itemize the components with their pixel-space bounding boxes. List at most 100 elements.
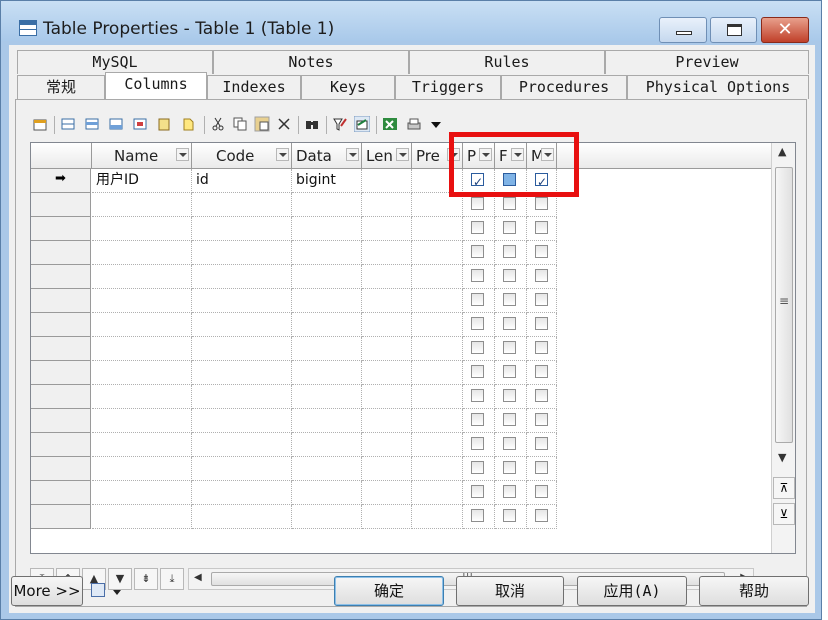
row-checkbox[interactable]	[535, 509, 548, 522]
empty-cell[interactable]	[362, 505, 412, 529]
empty-cell[interactable]	[362, 361, 412, 385]
chevron-down-icon[interactable]	[396, 148, 409, 161]
tab-mysql[interactable]: MySQL	[17, 50, 213, 74]
column-header-length[interactable]: Len	[362, 143, 412, 169]
copy-icon[interactable]	[232, 116, 248, 132]
empty-cell[interactable]	[92, 193, 192, 217]
find-icon[interactable]	[304, 116, 320, 132]
scroll-down-icon[interactable]: ▼	[778, 451, 786, 464]
empty-cell[interactable]	[92, 241, 192, 265]
delete-icon[interactable]	[276, 116, 292, 132]
row-checkbox[interactable]	[471, 389, 484, 402]
more-button[interactable]: More >>	[11, 576, 83, 606]
row-header[interactable]	[31, 241, 91, 265]
empty-cell[interactable]	[92, 337, 192, 361]
row-checkbox[interactable]	[471, 245, 484, 258]
row-checkbox[interactable]	[471, 437, 484, 450]
chevron-down-icon[interactable]	[276, 148, 289, 161]
row-header[interactable]	[31, 313, 91, 337]
empty-cell[interactable]	[292, 241, 362, 265]
empty-cell[interactable]	[292, 457, 362, 481]
tab-columns[interactable]: Columns	[105, 72, 207, 99]
empty-cell[interactable]	[292, 361, 362, 385]
cut-icon[interactable]	[210, 116, 226, 132]
empty-cell[interactable]	[292, 217, 362, 241]
empty-cell[interactable]	[412, 313, 463, 337]
row-header[interactable]	[31, 265, 91, 289]
empty-cell[interactable]	[362, 265, 412, 289]
row-checkbox[interactable]	[535, 341, 548, 354]
row-checkbox[interactable]	[471, 461, 484, 474]
row-header[interactable]	[31, 217, 91, 241]
tab-general[interactable]: 常规	[17, 75, 105, 99]
empty-cell[interactable]	[92, 265, 192, 289]
row-checkbox[interactable]	[535, 413, 548, 426]
empty-cell[interactable]	[292, 505, 362, 529]
empty-cell[interactable]	[192, 337, 292, 361]
row-checkbox[interactable]	[503, 317, 516, 330]
empty-cell[interactable]	[192, 241, 292, 265]
empty-cell[interactable]	[292, 433, 362, 457]
empty-cell[interactable]	[292, 385, 362, 409]
empty-cell[interactable]	[362, 457, 412, 481]
row-header[interactable]	[31, 337, 91, 361]
next-row-button[interactable]: ▼	[108, 568, 132, 590]
row-checkbox[interactable]	[503, 365, 516, 378]
empty-cell[interactable]	[192, 313, 292, 337]
title-bar[interactable]: Table Properties - Table 1 (Table 1) ✕	[1, 1, 821, 43]
vertical-scroll-thumb[interactable]: ≡	[775, 167, 793, 443]
paste-row-icon[interactable]	[156, 116, 172, 132]
empty-cell[interactable]	[362, 289, 412, 313]
row-checkbox[interactable]	[471, 365, 484, 378]
row-checkbox[interactable]	[471, 485, 484, 498]
empty-cell[interactable]	[92, 217, 192, 241]
row-header[interactable]	[31, 481, 91, 505]
paste-icon[interactable]	[254, 116, 270, 132]
empty-cell[interactable]	[412, 361, 463, 385]
empty-cell[interactable]	[192, 193, 292, 217]
empty-cell[interactable]	[292, 337, 362, 361]
row-checkbox[interactable]	[503, 341, 516, 354]
cell-data-type[interactable]: bigint	[292, 169, 362, 193]
row-checkbox[interactable]	[471, 221, 484, 234]
row-checkbox[interactable]	[503, 437, 516, 450]
row-header[interactable]	[31, 457, 91, 481]
empty-cell[interactable]	[192, 481, 292, 505]
row-checkbox[interactable]	[471, 293, 484, 306]
row-checkbox[interactable]	[503, 245, 516, 258]
column-header-code[interactable]: Code	[192, 143, 292, 169]
empty-cell[interactable]	[412, 385, 463, 409]
empty-cell[interactable]	[362, 481, 412, 505]
empty-cell[interactable]	[362, 241, 412, 265]
row-checkbox[interactable]	[503, 389, 516, 402]
row-checkbox[interactable]	[503, 461, 516, 474]
close-button[interactable]: ✕	[761, 17, 809, 43]
empty-cell[interactable]	[292, 289, 362, 313]
empty-cell[interactable]	[412, 265, 463, 289]
empty-cell[interactable]	[192, 385, 292, 409]
empty-cell[interactable]	[192, 361, 292, 385]
row-header[interactable]	[31, 361, 91, 385]
tab-triggers[interactable]: Triggers	[395, 75, 501, 99]
row-checkbox[interactable]	[503, 269, 516, 282]
row-header[interactable]	[31, 409, 91, 433]
row-checkbox[interactable]	[503, 413, 516, 426]
row-checkbox[interactable]	[535, 461, 548, 474]
empty-cell[interactable]	[412, 505, 463, 529]
vertical-scrollbar[interactable]: ▲ ≡ ▼ ⊼ ⊻	[771, 143, 795, 553]
minimize-button[interactable]	[659, 17, 707, 43]
row-checkbox[interactable]	[471, 341, 484, 354]
empty-cell[interactable]	[92, 313, 192, 337]
more-dropdown-icon[interactable]	[428, 116, 444, 132]
row-checkbox[interactable]	[471, 509, 484, 522]
row-checkbox[interactable]	[503, 293, 516, 306]
cancel-button[interactable]: 取消	[456, 576, 564, 606]
row-header[interactable]	[31, 505, 91, 529]
empty-cell[interactable]	[362, 385, 412, 409]
customize-columns-icon[interactable]	[354, 116, 370, 132]
empty-cell[interactable]	[192, 217, 292, 241]
empty-cell[interactable]	[412, 457, 463, 481]
tab-preview[interactable]: Preview	[605, 50, 809, 74]
add-rows-icon[interactable]	[108, 116, 124, 132]
row-checkbox[interactable]	[503, 509, 516, 522]
